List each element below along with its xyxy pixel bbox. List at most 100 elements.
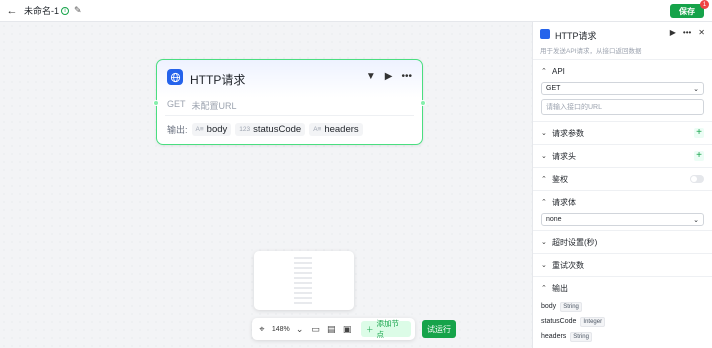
plus-icon: ＋ — [366, 324, 374, 334]
section-header[interactable]: ⌃ 请求体 — [541, 191, 704, 213]
section-timeout: ⌄ 超时设置(秒) — [533, 231, 712, 254]
edit-icon[interactable]: ✎ — [74, 5, 82, 16]
output-field-type: String — [560, 301, 582, 312]
output-field: statusCode Integer — [541, 314, 704, 329]
add-param-button[interactable]: + — [694, 128, 704, 138]
output-chip-headers: A≡ headers — [309, 123, 363, 136]
output-field: headers String — [541, 329, 704, 344]
add-node-label: 添加节点 — [376, 319, 400, 339]
output-chip-body: A≡ body — [191, 123, 232, 136]
output-field-name: headers — [541, 333, 567, 340]
section-label: 重试次数 — [552, 260, 584, 270]
method-value: GET — [546, 85, 561, 92]
integer-type-icon: 123 — [239, 126, 251, 133]
chevron-down-icon: ⌄ — [693, 216, 699, 224]
section-headers: ⌄ 请求头 + — [533, 145, 712, 168]
back-arrow-icon[interactable]: ← — [6, 5, 18, 17]
section-header[interactable]: ⌄ 请求头 + — [541, 145, 704, 167]
canvas-toolbar: ⌖ 148% ⌄ ▭ ▤ ▣ ＋ 添加节点 — [252, 318, 415, 340]
workflow-title: 未命名-1 — [24, 6, 60, 16]
chevron-up-icon: ⌃ — [541, 68, 547, 75]
add-header-button[interactable]: + — [694, 151, 704, 161]
chevron-up-icon: ⌃ — [541, 199, 547, 206]
section-header[interactable]: ⌃ API — [541, 60, 704, 82]
save-button[interactable]: 保存 — [670, 4, 704, 18]
section-label: 超时设置(秒) — [552, 237, 598, 247]
output-field-name: statusCode — [541, 318, 577, 325]
save-notification-badge: 1 — [700, 0, 709, 9]
chevron-down-icon: ⌄ — [541, 153, 547, 160]
output-chip-statuscode: 123 statusCode — [235, 123, 306, 136]
node-method: GET — [167, 99, 186, 109]
node-toolbar: ▼ ▶ ••• — [366, 71, 412, 82]
minimap-viewport — [294, 257, 312, 307]
node-divider — [165, 115, 414, 116]
info-icon[interactable]: i — [61, 6, 70, 15]
pointer-mode-icon[interactable]: ⌖ — [256, 323, 268, 335]
output-name: headers — [324, 124, 359, 135]
properties-panel: HTTP请求 ▶ ••• ✕ 用于发送API请求，从接口返回数据 ⌃ API G… — [532, 22, 712, 348]
zoom-dropdown-icon[interactable]: ⌄ — [294, 323, 306, 335]
node-outputs: 输出: A≡ body 123 statusCode A≡ headers — [167, 123, 363, 136]
node-url-placeholder: 未配置URL — [191, 101, 237, 111]
chevron-down-icon: ⌄ — [541, 262, 547, 269]
output-field: body String — [541, 299, 704, 314]
panel-tools: ▶ ••• ✕ — [670, 28, 705, 37]
output-field-type: String — [570, 331, 592, 342]
string-type-icon: A≡ — [313, 126, 322, 133]
test-run-button[interactable]: 试运行 — [422, 320, 456, 338]
zoom-level[interactable]: 148% — [272, 326, 290, 333]
url-input[interactable]: 请输入接口的URL — [541, 99, 704, 115]
minimap-toggle-icon[interactable]: ▣ — [341, 323, 353, 335]
chevron-up-icon: ⌃ — [541, 285, 547, 292]
panel-header: HTTP请求 ▶ ••• ✕ 用于发送API请求，从接口返回数据 — [533, 22, 712, 60]
section-header[interactable]: ⌃ 鉴权 — [541, 168, 704, 190]
section-retry: ⌄ 重试次数 — [533, 254, 712, 277]
chevron-down-icon: ⌄ — [693, 85, 699, 93]
run-play-icon[interactable]: ▶ — [670, 28, 676, 37]
method-select[interactable]: GET ⌄ — [541, 82, 704, 95]
section-api: ⌃ API GET ⌄ 请输入接口的URL — [533, 60, 712, 122]
section-header[interactable]: ⌄ 请求参数 + — [541, 122, 704, 144]
auth-toggle[interactable] — [690, 175, 704, 183]
section-output: ⌃ 输出 body String statusCode Integer head… — [533, 277, 712, 344]
more-icon[interactable]: ••• — [401, 71, 412, 82]
panel-title: HTTP请求 — [555, 31, 597, 41]
input-handle[interactable] — [153, 100, 159, 106]
section-header[interactable]: ⌄ 超时设置(秒) — [541, 231, 704, 253]
chevron-down-icon: ⌄ — [541, 239, 547, 246]
section-label: 请求参数 — [552, 128, 584, 138]
globe-icon — [167, 69, 183, 85]
layout-icon[interactable]: ▤ — [325, 323, 337, 335]
section-label: 输出 — [552, 283, 568, 293]
close-icon[interactable]: ✕ — [698, 28, 705, 37]
outputs-label: 输出: — [167, 125, 188, 135]
http-request-node[interactable]: HTTP请求 ▼ ▶ ••• GET 未配置URL 输出: A≡ body 123… — [153, 59, 426, 145]
section-body: ⌃ 请求体 none ⌄ — [533, 191, 712, 231]
run-play-icon[interactable]: ▶ — [385, 71, 393, 82]
minimap[interactable] — [254, 251, 354, 310]
chevron-up-icon: ⌃ — [541, 176, 547, 183]
section-header[interactable]: ⌄ 重试次数 — [541, 254, 704, 276]
comment-icon[interactable]: ▭ — [310, 323, 322, 335]
node-url-summary: GET 未配置URL — [167, 99, 237, 112]
body-type-select[interactable]: none ⌄ — [541, 213, 704, 226]
section-auth: ⌃ 鉴权 — [533, 168, 712, 191]
add-node-button[interactable]: ＋ 添加节点 — [361, 319, 411, 339]
output-field-type: Integer — [580, 316, 606, 327]
section-label: 请求体 — [552, 197, 576, 207]
section-header[interactable]: ⌃ 输出 — [541, 277, 704, 299]
section-label: API — [552, 66, 565, 76]
http-node-icon — [540, 29, 550, 39]
output-name: body — [206, 124, 228, 135]
node-title: HTTP请求 — [190, 73, 246, 87]
section-label: 鉴权 — [552, 174, 568, 184]
more-icon[interactable]: ••• — [683, 28, 691, 37]
output-field-name: body — [541, 303, 557, 310]
output-name: statusCode — [253, 124, 302, 135]
section-label: 请求头 — [552, 151, 576, 161]
collapse-triangle-icon[interactable]: ▼ — [366, 71, 376, 82]
string-type-icon: A≡ — [195, 126, 204, 133]
output-handle[interactable] — [420, 100, 426, 106]
chevron-down-icon: ⌄ — [541, 130, 547, 137]
